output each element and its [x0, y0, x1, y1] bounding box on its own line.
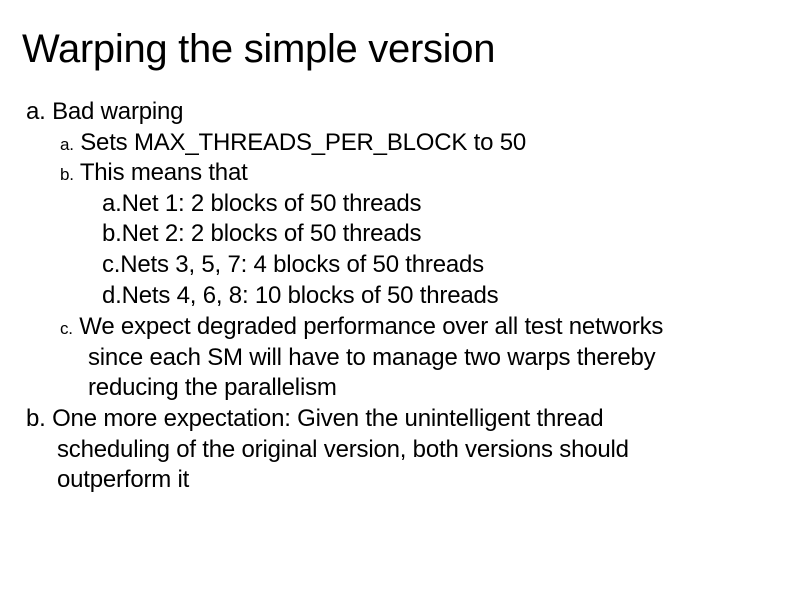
- slide-title: Warping the simple version: [22, 27, 496, 71]
- bullet-level3-c: c.Nets 3, 5, 7: 4 blocks of 50 threads: [102, 250, 484, 280]
- bullet-text: Sets MAX_THREADS_PER_BLOCK to 50: [80, 129, 527, 156]
- bullet-text: Bad warping: [52, 98, 184, 125]
- bullet-marker: c.: [102, 251, 121, 278]
- bullet-text: Nets 4, 6, 8: 10 blocks of 50 threads: [121, 282, 499, 309]
- bullet-text: This means that: [79, 159, 248, 186]
- bullet-continuation: since each SM will have to manage two wa…: [88, 344, 656, 371]
- bullet-text: Net 2: 2 blocks of 50 threads: [121, 220, 422, 247]
- bullet-continuation: scheduling of the original version, both…: [57, 436, 629, 463]
- bullet-marker: a.: [60, 135, 74, 154]
- bullet-text: We expect degraded performance over all …: [79, 313, 664, 340]
- bullet-marker: a.: [26, 98, 46, 125]
- bullet-level3-b: b.Net 2: 2 blocks of 50 threads: [102, 219, 422, 249]
- bullet-text: One more expectation: Given the unintell…: [52, 405, 604, 432]
- bullet-text: Nets 3, 5, 7: 4 blocks of 50 threads: [120, 251, 484, 278]
- bullet-level1-a: a. Bad warping: [26, 97, 184, 127]
- bullet-level2-c: c. We expect degraded performance over a…: [60, 312, 663, 344]
- bullet-marker: d.: [102, 282, 122, 309]
- bullet-level2-b: b. This means that: [60, 158, 248, 190]
- bullet-level2-a: a. Sets MAX_THREADS_PER_BLOCK to 50: [60, 128, 526, 160]
- bullet-marker: b.: [102, 220, 122, 247]
- bullet-text: Net 1: 2 blocks of 50 threads: [121, 190, 422, 217]
- bullet-continuation: reducing the parallelism: [88, 374, 337, 401]
- bullet-marker: c.: [60, 319, 73, 338]
- bullet-marker: b.: [26, 405, 46, 432]
- bullet-level3-a: a.Net 1: 2 blocks of 50 threads: [102, 189, 422, 219]
- bullet-level3-d: d.Nets 4, 6, 8: 10 blocks of 50 threads: [102, 281, 499, 311]
- bullet-marker: b.: [60, 165, 74, 184]
- bullet-marker: a.: [102, 190, 122, 217]
- bullet-level1-b: b. One more expectation: Given the unint…: [26, 404, 604, 434]
- bullet-continuation: outperform it: [57, 466, 190, 493]
